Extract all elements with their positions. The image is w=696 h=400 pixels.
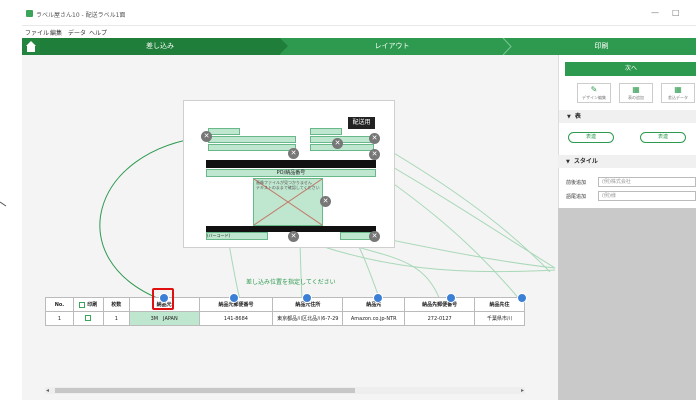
table-cell[interactable]: 千葉県市川 <box>474 311 525 326</box>
scroll-left-icon[interactable]: ◂ <box>46 387 49 394</box>
column-link-marker[interactable] <box>373 293 383 303</box>
table-cell[interactable]: 272-0127 <box>404 311 476 326</box>
label-field[interactable] <box>208 144 296 151</box>
column-link-marker[interactable] <box>446 293 456 303</box>
column-link-marker[interactable] <box>302 293 312 303</box>
table-row[interactable]: 1 1 3M JAPAN 141-8684 東京都品川区北品川6-7-29 Am… <box>45 311 525 326</box>
label-field[interactable] <box>208 136 296 143</box>
checkbox-icon[interactable] <box>79 301 86 308</box>
remove-link-button[interactable]: ✕ <box>369 149 380 160</box>
merge-data-button[interactable]: ▦ 差込データ <box>661 83 695 103</box>
table-cell[interactable]: 3M JAPAN <box>128 311 200 326</box>
remove-link-button[interactable]: ✕ <box>369 231 380 242</box>
table-cell[interactable]: 1 <box>102 311 130 326</box>
column-link-marker[interactable] <box>517 293 527 303</box>
prefix-label: 前後追加 <box>566 180 587 186</box>
table-cell[interactable]: 東京都品川区北品川6-7-29 <box>272 311 344 326</box>
label-stamp: 配送用 <box>348 117 375 129</box>
remove-link-button[interactable]: ✕ <box>369 133 380 144</box>
suffix-field[interactable]: (例)様 <box>598 191 696 201</box>
panel-empty-area <box>558 208 696 400</box>
column-link-marker[interactable] <box>229 293 239 303</box>
checkbox-icon[interactable] <box>85 315 92 322</box>
horizontal-scrollbar[interactable]: ◂ ▸ <box>45 387 525 394</box>
table-icon: ▦ <box>632 85 640 94</box>
table-cell[interactable]: 141-8684 <box>198 311 274 326</box>
prefix-field[interactable]: (例)株式会社 <box>598 177 696 187</box>
callout-highlight <box>152 288 174 310</box>
section-style[interactable]: ▼ スタイル <box>558 155 696 168</box>
table-cell: 1 <box>45 311 74 326</box>
remove-link-button[interactable]: ✕ <box>201 131 212 142</box>
pencil-icon: ✎ <box>590 85 598 94</box>
po-field[interactable]: PO/納品番号 <box>206 169 376 177</box>
scroll-right-icon[interactable]: ▸ <box>521 387 524 394</box>
remove-link-button[interactable]: ✕ <box>288 148 299 159</box>
column-header[interactable]: 納品先郵便番号 <box>404 297 476 312</box>
add-table-button[interactable]: ▦ 表の追加 <box>619 83 653 103</box>
remove-link-button[interactable]: ✕ <box>320 196 331 207</box>
design-edit-button[interactable]: ✎ デザイン編集 <box>577 83 611 103</box>
merge-hint: 差し込み位置を指定してください <box>246 279 336 286</box>
collapse-triangle-icon: ▼ <box>566 159 570 165</box>
suffix-label: 語尾追加 <box>566 194 587 200</box>
table-cell[interactable] <box>72 311 104 326</box>
label-field[interactable] <box>208 128 240 135</box>
pill-button-right[interactable]: 表連 <box>640 132 686 143</box>
column-header[interactable]: 枚数 <box>102 297 130 312</box>
remove-link-button[interactable]: ✕ <box>332 138 343 149</box>
image-note: テキストのままで確認してください <box>256 185 320 190</box>
next-button[interactable]: 次へ <box>565 62 696 76</box>
table-cell[interactable]: Amazon.co.jp-NTR <box>342 311 406 326</box>
label-field[interactable] <box>310 128 342 135</box>
scrollbar-thumb[interactable] <box>55 388 355 393</box>
pill-button-left[interactable]: 表連 <box>568 132 614 143</box>
barcode-field[interactable]: (バーコード) <box>206 232 268 240</box>
collapse-triangle-icon: ▼ <box>567 114 571 120</box>
section-table[interactable]: ▼ 表 <box>559 110 696 123</box>
table-icon: ▦ <box>674 85 682 94</box>
label-bar <box>206 160 376 168</box>
remove-link-button[interactable]: ✕ <box>288 231 299 242</box>
column-header[interactable]: No. <box>45 297 74 312</box>
image-placeholder[interactable]: 画像ファイルが見つかりません テキストのままで確認してください <box>253 178 323 226</box>
column-header[interactable]: 印刷 <box>72 297 104 312</box>
